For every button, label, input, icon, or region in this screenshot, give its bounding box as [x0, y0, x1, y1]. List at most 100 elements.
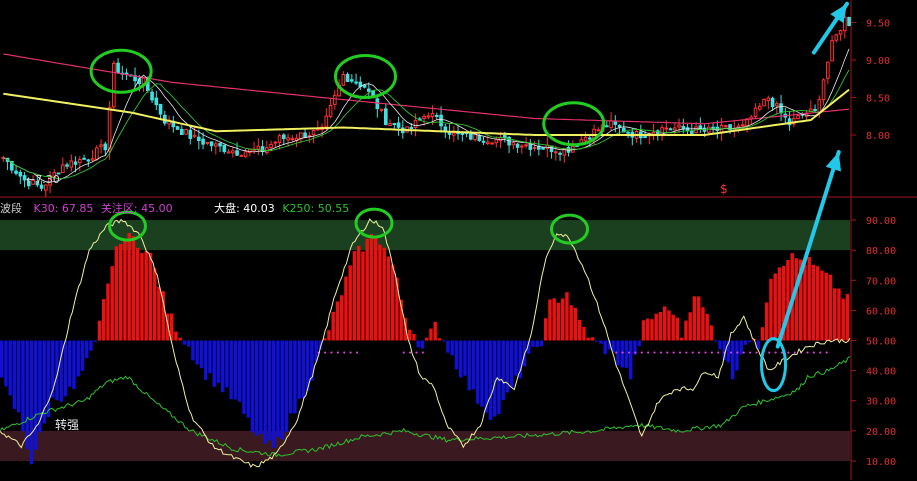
histogram-bar [650, 319, 654, 341]
histogram-bar [731, 340, 735, 380]
histogram-bar [85, 340, 89, 359]
candle-body [218, 143, 222, 147]
focus-dot [717, 351, 720, 354]
histogram-bar [429, 328, 433, 341]
candle-body [235, 150, 239, 156]
candle-body [333, 94, 337, 105]
histogram-bar [208, 340, 212, 374]
candle-body [758, 105, 762, 110]
candle-body [796, 115, 800, 120]
candle-body [65, 164, 69, 167]
histogram-bar [374, 235, 378, 341]
candle-body [205, 141, 210, 144]
candle-body [290, 138, 295, 141]
price-tick-label: 8.00 [866, 131, 890, 142]
histogram-bar [433, 321, 437, 341]
candle-body [724, 125, 728, 128]
histogram-bar [34, 340, 38, 450]
histogram-bar [76, 340, 80, 377]
candle-body [86, 159, 91, 162]
candle-body [486, 141, 490, 145]
histogram-bar [242, 340, 246, 414]
focus-dot [755, 351, 758, 354]
focus-dot [421, 351, 424, 354]
focus-dot [672, 351, 675, 354]
indicator-tick-label: 50.00 [866, 337, 896, 348]
histogram-bar [501, 340, 505, 401]
histogram-bar [289, 340, 293, 414]
focus-dot [659, 351, 662, 354]
candle-body [222, 144, 227, 153]
indicator-tick-label: 60.00 [866, 306, 896, 317]
candle-body [511, 142, 516, 146]
histogram-bar [284, 340, 289, 432]
candle-body [354, 81, 358, 84]
candle-body [541, 146, 545, 150]
candle-body [116, 62, 120, 74]
histogram-bar [131, 236, 136, 341]
candle-body [175, 126, 180, 130]
focus-dot [666, 351, 669, 354]
candle-body [384, 108, 388, 125]
histogram-bar [102, 299, 106, 341]
histogram-bar [459, 340, 463, 378]
histogram-bar [238, 340, 242, 402]
candle-body [770, 97, 775, 108]
histogram-bar [4, 340, 8, 387]
candle-body [524, 144, 528, 147]
candle-body [73, 161, 78, 165]
histogram-bar [484, 340, 488, 413]
histogram-bar [17, 340, 21, 413]
candle-body [847, 16, 851, 26]
histogram-bar [658, 312, 663, 341]
focus-dot [787, 351, 790, 354]
histogram-bar [106, 283, 110, 341]
histogram-bar [803, 264, 807, 341]
candle-body [379, 108, 384, 111]
candle-body [753, 107, 758, 117]
candle-body [107, 106, 112, 152]
candle-body [311, 129, 316, 136]
histogram-bar [569, 305, 573, 341]
histogram-bar [743, 340, 748, 345]
histogram-bar [624, 340, 629, 368]
histogram-bar [229, 340, 233, 400]
candle-body [95, 147, 99, 160]
candle-body [681, 125, 686, 130]
histogram-bar [225, 340, 229, 388]
candle-body [256, 145, 261, 150]
histogram-bar [272, 340, 276, 448]
candle-body [345, 73, 350, 83]
focus-dot [806, 351, 809, 354]
histogram-bar [684, 320, 688, 341]
histogram-bar [259, 340, 263, 434]
candle-body [821, 79, 826, 101]
histogram-bar [280, 340, 284, 440]
indicator-tick-label: 30.00 [866, 397, 896, 408]
candle-body [834, 34, 839, 41]
histogram-bar [454, 340, 459, 370]
title-part-name: 波段 [0, 202, 22, 215]
histogram-bar [467, 340, 471, 391]
histogram-bar [412, 333, 416, 341]
histogram-bar [837, 288, 841, 341]
histogram-bar [828, 274, 833, 341]
histogram-bar [63, 340, 68, 397]
histogram-bar [773, 273, 777, 341]
candle-body [154, 97, 159, 106]
histogram-bar [748, 340, 752, 343]
focus-dot [330, 351, 333, 354]
candle-body [626, 131, 630, 134]
candle-body [473, 133, 477, 141]
candle-body [673, 127, 677, 131]
indicator-tick-label: 20.00 [866, 427, 896, 438]
focus-dot [634, 351, 637, 354]
histogram-bar [255, 340, 259, 436]
histogram-bar [735, 340, 739, 371]
histogram-bar [21, 340, 25, 432]
candle-body [596, 129, 601, 132]
candle-body [435, 114, 439, 117]
histogram-bar [293, 340, 297, 414]
candle-body [150, 91, 154, 101]
histogram-bar [692, 296, 697, 341]
